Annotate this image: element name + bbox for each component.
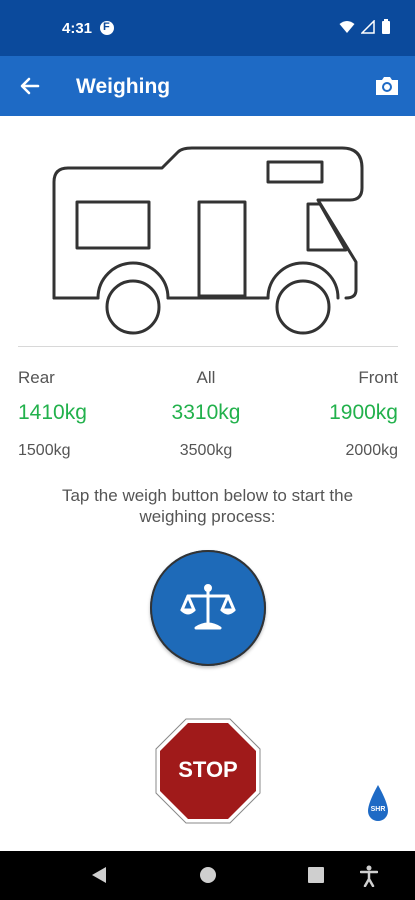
wifi-icon: [339, 21, 355, 33]
front-weight-limit: 2000kg: [345, 442, 399, 459]
stop-label: STOP: [178, 757, 238, 782]
nav-recents-icon[interactable]: [307, 865, 325, 885]
back-button[interactable]: [16, 72, 44, 100]
divider: [18, 346, 398, 347]
accessibility-icon[interactable]: [360, 865, 378, 887]
all-label: All: [196, 368, 216, 387]
signal-icon: [361, 20, 375, 34]
instruction-text: Tap the weigh button below to start the …: [61, 486, 354, 526]
status-icons: [339, 19, 391, 35]
scale-icon: [180, 584, 236, 630]
navigation-bar: [0, 851, 415, 900]
shr-badge-text: SHR: [370, 806, 386, 813]
status-bar: 4:31: [0, 0, 415, 56]
camera-icon: [376, 77, 398, 95]
weigh-button[interactable]: [150, 550, 266, 666]
status-time: 4:31: [62, 20, 93, 37]
notification-icon: [100, 21, 114, 35]
page-title: Weighing: [76, 75, 171, 98]
battery-icon: [382, 19, 390, 34]
nav-back-icon[interactable]: [90, 865, 108, 885]
front-weight-value: 1900kg: [329, 401, 398, 424]
all-weight-value: 3310kg: [171, 401, 241, 424]
app-bar: Weighing: [0, 56, 415, 116]
nav-home-icon[interactable]: [198, 865, 218, 885]
all-weight-limit: 3500kg: [179, 442, 233, 459]
camera-button[interactable]: [373, 72, 401, 100]
shr-badge[interactable]: SHR: [366, 783, 390, 823]
stop-button[interactable]: STOP: [154, 717, 262, 825]
camper-van-icon: [52, 146, 364, 335]
water-drop-icon: [368, 785, 388, 821]
front-label: Front: [358, 368, 398, 387]
arrow-left-icon: [20, 77, 40, 95]
